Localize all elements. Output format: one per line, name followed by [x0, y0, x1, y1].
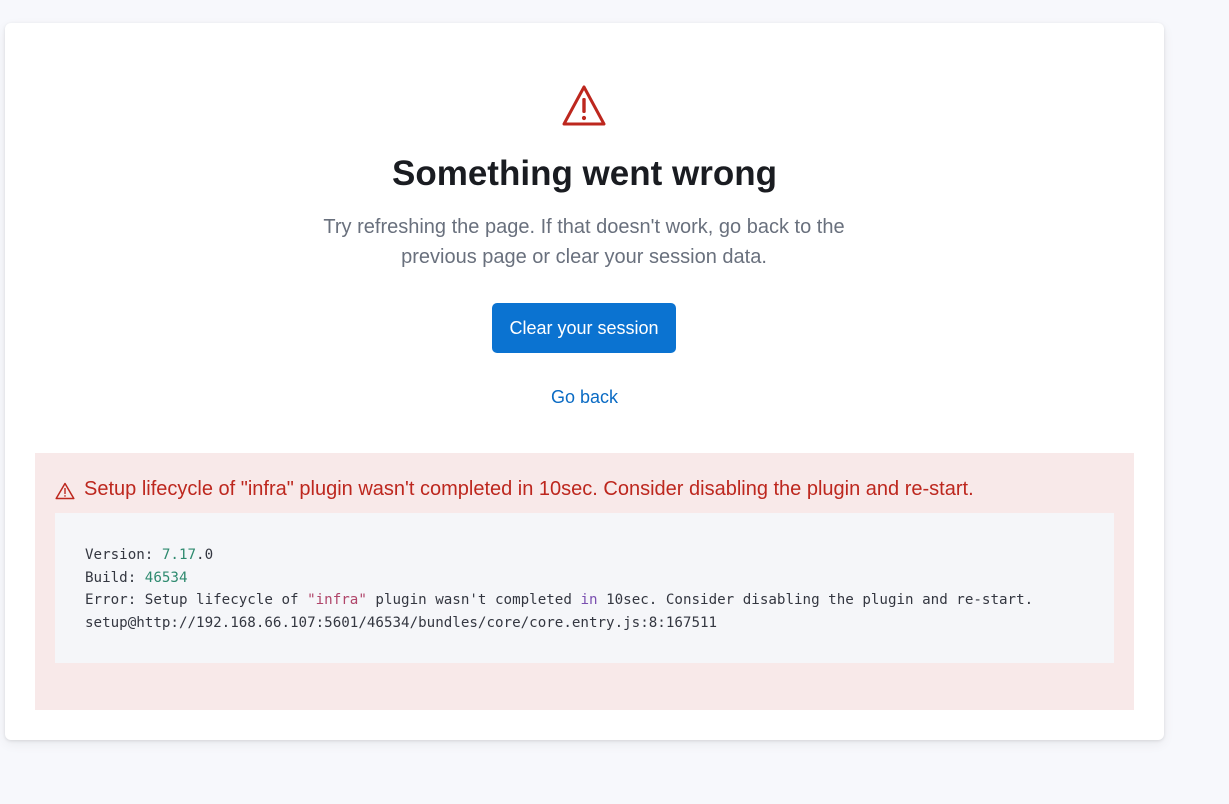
error-line-prefix: Error: Setup lifecycle of	[85, 592, 308, 608]
stack-line: setup@http://192.168.66.107:5601/46534/b…	[85, 614, 718, 631]
error-line-plugin: "infra"	[307, 592, 367, 608]
error-panel: Something went wrong Try refreshing the …	[5, 23, 1164, 740]
page-title: Something went wrong	[392, 154, 777, 193]
go-back-label[interactable]: Go back	[551, 387, 618, 407]
stack-trace: Version: 7.17.0 Build: 46534 Error: Setu…	[85, 544, 1033, 634]
clear-session-button[interactable]: Clear your session	[492, 303, 676, 353]
error-line-keyword: in	[580, 592, 598, 608]
error-line-mid: plugin wasn't completed	[366, 592, 581, 608]
warning-triangle-icon	[561, 84, 607, 128]
error-line-suffix: 10sec. Consider disabling the plugin and…	[597, 592, 1034, 608]
build-number: 46534	[144, 569, 188, 586]
error-message: Setup lifecycle of "infra" plugin wasn't…	[84, 478, 974, 500]
error-callout-title: Setup lifecycle of "infra" plugin wasn't…	[55, 475, 974, 503]
version-number: 7.17	[161, 547, 197, 563]
version-patch: .0	[196, 547, 214, 563]
error-callout: Setup lifecycle of "infra" plugin wasn't…	[35, 453, 1134, 710]
build-label: Build:	[85, 569, 145, 586]
version-label: Version:	[85, 547, 162, 563]
error-code-block[interactable]: Version: 7.17.0 Build: 46534 Error: Setu…	[55, 513, 1114, 663]
page-subtitle: Try refreshing the page. If that doesn't…	[323, 216, 845, 268]
go-back-link[interactable]: Go back	[5, 385, 1164, 409]
alert-icon	[55, 480, 75, 500]
